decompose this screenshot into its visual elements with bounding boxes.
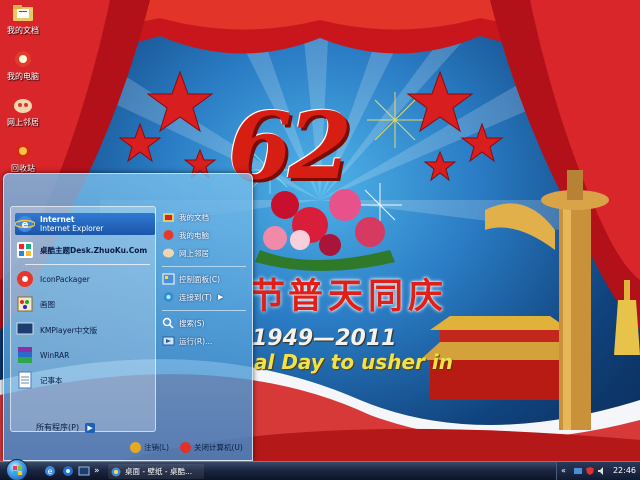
quicklaunch-desktop-icon[interactable]	[62, 465, 74, 477]
start-right-label: 运行(R)...	[179, 336, 213, 346]
start-menu-programs-pane: e Internet Internet Explorer 桌酷主题Desk.Zhu…	[10, 206, 156, 432]
start-right-label: 我的电脑	[179, 230, 209, 240]
start-right-label: 控制面板(C)	[179, 274, 221, 284]
logoff-icon	[130, 442, 141, 453]
winrar-icon	[18, 347, 32, 363]
network-places-icon	[14, 99, 32, 113]
zhuoku-theme-icon	[17, 242, 33, 258]
wallpaper-banner-left: 节	[250, 277, 286, 317]
start-menu-places-pane: 我的文档 我的电脑 网上邻居 控制面板(C) 连接到(T) ▶ 搜索(S) 运行…	[160, 210, 250, 430]
all-programs-button[interactable]: 所有程序(P) ▶	[36, 422, 96, 433]
start-item-label: 记事本	[40, 375, 63, 385]
internet-explorer-icon: e	[15, 216, 35, 232]
desktop-icon-recycle-bin[interactable]: 回收站	[0, 142, 46, 174]
start-item-label: KMPlayer中文版	[40, 325, 98, 335]
iconpackager-icon	[17, 271, 33, 287]
shutdown-button[interactable]: 关闭计算机(U)	[180, 442, 243, 453]
quicklaunch-media-icon[interactable]	[78, 465, 90, 477]
start-right-label: 我的文档	[179, 212, 209, 222]
wallpaper-banner: 普天同庆	[288, 277, 449, 317]
quicklaunch-chevron-icon[interactable]: »	[94, 465, 106, 477]
wallpaper-years: 1949—2011	[252, 326, 397, 351]
folder-documents-icon	[13, 5, 33, 21]
start-menu-separator	[25, 264, 150, 265]
start-item-paint[interactable]: 画图	[15, 293, 155, 315]
network-icon	[163, 248, 174, 258]
logoff-label: 注销(L)	[144, 443, 170, 452]
start-item-subtitle: Internet Explorer	[40, 224, 104, 233]
taskbar: e » 桌面 - 壁纸 - 桌酷... « 22:46	[0, 459, 640, 480]
start-item-winrar[interactable]: WinRAR	[15, 344, 155, 366]
notepad-icon	[18, 371, 32, 389]
quicklaunch-ie-icon[interactable]: e	[44, 465, 56, 477]
start-right-separator	[162, 310, 246, 311]
start-right-label: 网上邻居	[179, 248, 209, 258]
start-right-label: 连接到(T)	[179, 292, 212, 302]
computer-icon	[163, 230, 174, 240]
desktop-icon-my-computer[interactable]: 我的电脑	[0, 50, 46, 82]
windows-logo-icon	[13, 466, 22, 475]
start-button[interactable]	[6, 459, 28, 480]
desktop-icon-network-places[interactable]: 网上邻居	[0, 96, 46, 128]
start-menu: e Internet Internet Explorer 桌酷主题Desk.Zhu…	[3, 173, 253, 461]
svg-text:e: e	[48, 467, 53, 476]
connect-to-icon	[163, 292, 174, 302]
start-right-my-documents[interactable]: 我的文档	[162, 210, 209, 224]
volume-tray-icon[interactable]	[597, 466, 607, 476]
documents-icon	[163, 213, 174, 222]
wallpaper-slogan: al Day to usher in	[254, 350, 453, 374]
run-icon	[162, 336, 175, 346]
start-right-label: 搜索(S)	[179, 318, 205, 328]
desktop-icon-label: 回收站	[11, 164, 35, 173]
start-right-run[interactable]: 运行(R)...	[162, 334, 212, 348]
logoff-button[interactable]: 注销(L)	[130, 442, 169, 453]
shield-tray-icon[interactable]	[585, 466, 595, 476]
start-item-label: IconPackager	[40, 274, 90, 284]
chevron-right-icon: ▶	[217, 293, 224, 301]
start-right-my-computer[interactable]: 我的电脑	[162, 228, 209, 242]
network-tray-icon[interactable]	[573, 466, 583, 476]
start-item-internet[interactable]: e Internet Internet Explorer	[15, 213, 155, 235]
start-right-separator	[162, 266, 246, 267]
my-computer-icon	[15, 51, 31, 67]
start-menu-footer: 注销(L) 关闭计算机(U)	[4, 436, 252, 460]
start-right-network[interactable]: 网上邻居	[162, 246, 209, 260]
recycle-bin-icon	[15, 143, 31, 159]
paint-icon	[17, 296, 33, 312]
desktop-icon-label: 我的电脑	[7, 72, 39, 81]
start-item-label: WinRAR	[40, 350, 70, 360]
start-item-zhuoku[interactable]: 桌酷主题Desk.ZhuoKu.Com	[15, 239, 155, 261]
start-right-connect-to[interactable]: 连接到(T) ▶	[162, 290, 223, 304]
all-programs-label: 所有程序(P)	[36, 423, 80, 432]
start-item-label: 画图	[40, 299, 55, 309]
start-item-notepad[interactable]: 记事本	[15, 369, 155, 391]
svg-text:e: e	[22, 220, 29, 231]
start-item-iconpackager[interactable]: IconPackager	[15, 268, 155, 290]
start-right-control-panel[interactable]: 控制面板(C)	[162, 272, 220, 286]
shutdown-label: 关闭计算机(U)	[194, 443, 243, 452]
desktop-icon-label: 网上邻居	[7, 118, 39, 127]
start-item-title: 桌酷主题Desk.ZhuoKu.Com	[40, 245, 148, 255]
control-panel-icon	[162, 273, 175, 285]
start-item-title: Internet	[40, 215, 75, 224]
start-right-search[interactable]: 搜索(S)	[162, 316, 205, 330]
browser-icon	[111, 467, 121, 476]
taskbar-window-label: 桌面 - 壁纸 - 桌酷...	[125, 467, 193, 476]
clock: 22:46	[612, 466, 636, 475]
taskbar-window-button[interactable]: 桌面 - 壁纸 - 桌酷...	[108, 464, 204, 479]
system-tray: « 22:46	[556, 462, 640, 480]
desktop-icon-my-documents[interactable]: 我的文档	[0, 4, 46, 36]
tray-expand-icon[interactable]: «	[561, 466, 571, 476]
arrow-right-icon: ▶	[85, 422, 96, 433]
power-icon	[180, 442, 191, 453]
desktop-icon-label: 我的文档	[7, 26, 39, 35]
kmplayer-icon	[16, 322, 34, 337]
start-item-kmplayer[interactable]: KMPlayer中文版	[15, 319, 155, 341]
search-icon	[162, 317, 174, 329]
